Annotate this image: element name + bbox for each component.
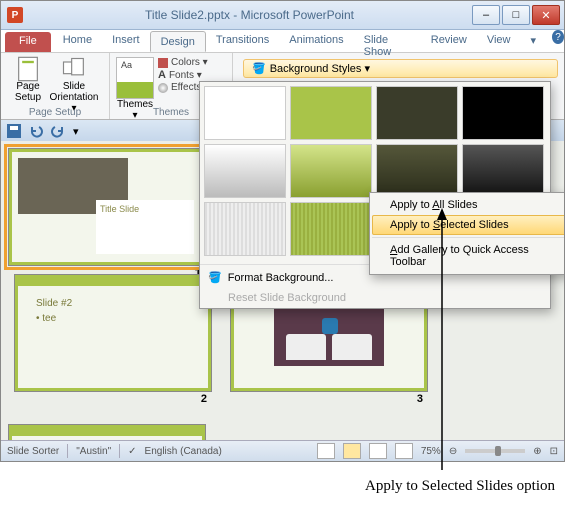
context-menu: Apply to All Slides Apply to Selected Sl… (369, 192, 565, 275)
tab-slideshow[interactable]: Slide Show (354, 30, 421, 52)
bg-style-swatch[interactable] (204, 86, 286, 140)
tab-home[interactable]: Home (53, 30, 102, 52)
tab-review[interactable]: Review (421, 30, 477, 52)
tab-view[interactable]: View (477, 30, 521, 52)
paint-icon: 🪣 (252, 62, 266, 75)
ribbon-tabs: File Home Insert Design Transitions Anim… (1, 30, 564, 53)
tab-file[interactable]: File (5, 32, 51, 52)
view-mode-label: Slide Sorter (7, 446, 59, 457)
paint-bucket-icon: 🪣 (208, 271, 222, 284)
app-window: P Title Slide2.pptx - Microsoft PowerPoi… (0, 0, 565, 462)
theme-colors-button[interactable]: Colors ▾ (158, 57, 209, 68)
zoom-level[interactable]: 75% (421, 446, 441, 457)
background-styles-button[interactable]: 🪣 Background Styles ▾ (243, 59, 558, 78)
theme-name-label: "Austin" (76, 446, 111, 457)
group-page-setup: Page Setup Slide Orientation ▾ Page Setu… (1, 53, 110, 119)
add-gallery-qat-item[interactable]: Add Gallery to Quick Access Toolbar (372, 240, 565, 272)
bg-style-swatch[interactable] (462, 86, 544, 140)
spellcheck-icon[interactable]: ✓ (128, 446, 136, 457)
slideshow-view-button[interactable] (395, 443, 413, 459)
language-label[interactable]: English (Canada) (145, 446, 222, 457)
bg-style-swatch[interactable] (204, 202, 286, 256)
sorter-view-button[interactable] (343, 443, 361, 459)
reset-background-item: Reset Slide Background (200, 288, 550, 308)
bg-style-swatch[interactable] (376, 86, 458, 140)
bg-style-swatch[interactable] (290, 144, 372, 198)
save-icon[interactable] (7, 124, 21, 138)
ribbon-chevron-icon[interactable]: ▾ (520, 30, 546, 52)
slide-thumbnail-1[interactable]: Title Slide (9, 149, 205, 265)
reading-view-button[interactable] (369, 443, 387, 459)
annotation-caption: Apply to Selected Slides option (300, 478, 555, 495)
tab-transitions[interactable]: Transitions (206, 30, 279, 52)
slide-thumbnail-2[interactable]: Slide #2 • tee (15, 275, 211, 391)
zoom-slider[interactable] (465, 449, 525, 453)
page-setup-button[interactable]: Page Setup (7, 55, 49, 103)
page-setup-icon (14, 57, 42, 81)
redo-icon[interactable] (51, 124, 65, 138)
undo-icon[interactable] (29, 124, 43, 138)
fit-to-window-button[interactable]: ⊡ (550, 446, 558, 457)
help-button[interactable]: ? (552, 30, 564, 44)
fonts-icon: A (158, 69, 166, 81)
app-icon: P (7, 7, 23, 23)
apply-all-slides-item[interactable]: Apply to All Slides (372, 195, 565, 215)
bg-style-swatch[interactable] (204, 144, 286, 198)
window-controls: – □ ✕ (470, 5, 560, 25)
slide-number: 2 (201, 393, 211, 405)
zoom-out-button[interactable]: ⊖ (449, 446, 457, 457)
bg-style-swatch[interactable] (376, 144, 458, 198)
status-bar: Slide Sorter "Austin" ✓ English (Canada)… (1, 440, 564, 461)
tab-animations[interactable]: Animations (279, 30, 353, 52)
theme-gallery[interactable] (116, 57, 154, 99)
title-bar: P Title Slide2.pptx - Microsoft PowerPoi… (1, 1, 564, 30)
colors-icon (158, 58, 168, 68)
close-button[interactable]: ✕ (532, 5, 560, 25)
minimize-button[interactable]: – (472, 5, 500, 25)
apply-selected-slides-item[interactable]: Apply to Selected Slides (372, 215, 565, 235)
slide-thumbnail-5[interactable] (9, 425, 205, 441)
bg-style-swatch[interactable] (290, 202, 372, 256)
qat-chevron-icon[interactable]: ▾ (73, 125, 79, 138)
tab-insert[interactable]: Insert (102, 30, 150, 52)
maximize-button[interactable]: □ (502, 5, 530, 25)
slide-orientation-button[interactable]: Slide Orientation ▾ (53, 55, 95, 114)
orientation-icon (60, 57, 88, 81)
bg-style-swatch[interactable] (290, 86, 372, 140)
effects-icon (158, 83, 168, 93)
bg-style-swatch[interactable] (462, 144, 544, 198)
normal-view-button[interactable] (317, 443, 335, 459)
zoom-in-button[interactable]: ⊕ (533, 446, 541, 457)
theme-fonts-button[interactable]: AFonts ▾ (158, 69, 209, 81)
tab-design[interactable]: Design (150, 31, 206, 52)
window-title: Title Slide2.pptx - Microsoft PowerPoint (29, 8, 470, 22)
